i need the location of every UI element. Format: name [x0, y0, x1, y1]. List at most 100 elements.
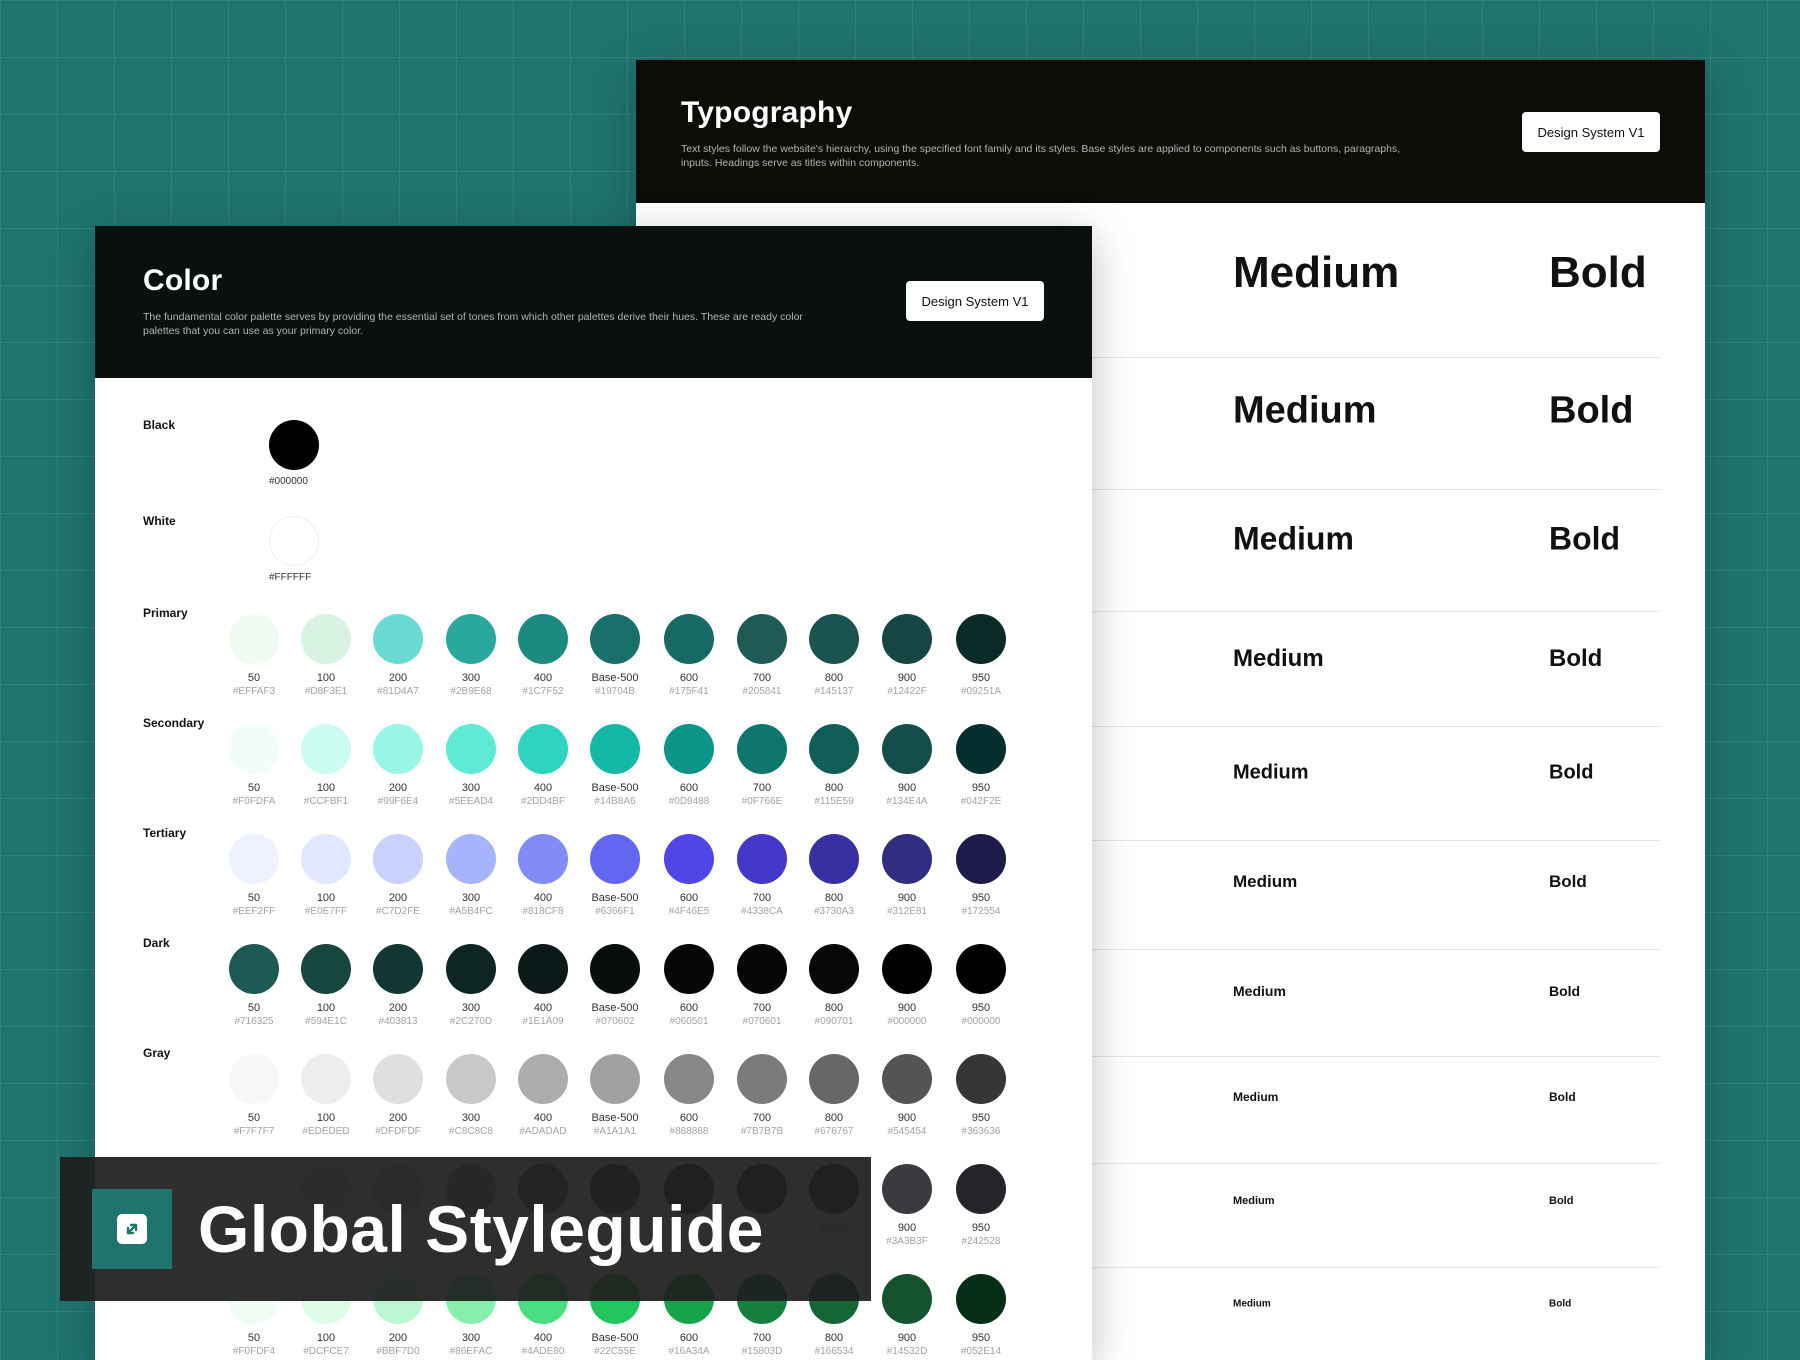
color-swatch[interactable]: 600 #4F46E5	[649, 834, 729, 919]
swatch-circle	[229, 724, 279, 774]
color-swatch[interactable]: Base-500 #6366F1	[575, 834, 655, 919]
color-swatch[interactable]: 600 #888888	[649, 1054, 729, 1139]
color-swatch[interactable]: 800 #145137	[794, 614, 874, 699]
swatch-shade: 400	[533, 1002, 553, 1014]
color-swatch[interactable]: 600 #060501	[649, 944, 729, 1029]
color-swatch[interactable]: 200 #99F6E4	[358, 724, 438, 809]
color-swatch[interactable]: 200 #DFDFDF	[358, 1054, 438, 1139]
color-swatch[interactable]: 700 #7B7B7B	[722, 1054, 802, 1139]
color-swatch[interactable]: 950 #052E14	[941, 1274, 1021, 1359]
color-swatch[interactable]: 800 #115E59	[794, 724, 874, 809]
typography-description: Text styles follow the website's hierarc…	[681, 143, 1401, 169]
color-swatch[interactable]: 800 #3730A3	[794, 834, 874, 919]
swatch-hex: #C8C8C8	[449, 1126, 493, 1137]
color-swatch[interactable]: 300 #5EEAD4	[431, 724, 511, 809]
swatch-shade: 600	[679, 1002, 699, 1014]
swatch-hex: #052E14	[960, 1346, 1002, 1357]
color-swatch[interactable]: 950 #363636	[941, 1054, 1021, 1139]
swatch-shade: 700	[752, 1332, 772, 1344]
swatch-shade: 200	[388, 1332, 408, 1344]
color-swatch[interactable]: 400 #ADADAD	[503, 1054, 583, 1139]
external-link-icon[interactable]	[92, 1189, 172, 1269]
swatch-shade: 900	[897, 1002, 917, 1014]
color-swatch[interactable]: 800 #676767	[794, 1054, 874, 1139]
swatch-circle	[737, 724, 787, 774]
color-swatch[interactable]: 400 #1E1A09	[503, 944, 583, 1029]
color-swatch[interactable]: 200 #403813	[358, 944, 438, 1029]
color-swatch[interactable]: 900 #14532D	[867, 1274, 947, 1359]
global-styleguide-banner[interactable]: Global Styleguide	[60, 1157, 871, 1301]
color-swatch[interactable]: Base-500 #070602	[575, 944, 655, 1029]
color-swatch[interactable]: 950 #172554	[941, 834, 1021, 919]
swatch-hex: #DCFCE7	[303, 1346, 349, 1357]
color-swatch[interactable]: 300 #2C270D	[431, 944, 511, 1029]
swatch-shade: 100	[316, 672, 336, 684]
swatch-hex: #22C55E	[594, 1346, 636, 1357]
swatch-hex: #172554	[961, 906, 1001, 917]
color-swatch[interactable]: 400 #2DD4BF	[503, 724, 583, 809]
color-swatch[interactable]: #000000	[269, 420, 319, 487]
color-swatch[interactable]: 900 #545454	[867, 1054, 947, 1139]
color-swatch[interactable]: 950 #000000	[941, 944, 1021, 1029]
color-swatch[interactable]: 200 #81D4A7	[358, 614, 438, 699]
typography-header: Typography Text styles follow the websit…	[636, 60, 1705, 203]
color-swatch[interactable]: 600 #0D9488	[649, 724, 729, 809]
color-swatch[interactable]: 50 #EEF2FF	[214, 834, 294, 919]
color-swatch[interactable]: 700 #0F766E	[722, 724, 802, 809]
swatch-shade: 800	[824, 892, 844, 904]
color-swatch[interactable]: 100 #CCFBF1	[286, 724, 366, 809]
color-swatch[interactable]: Base-500 #A1A1A1	[575, 1054, 655, 1139]
swatch-circle	[301, 944, 351, 994]
color-swatch[interactable]: 900 #134E4A	[867, 724, 947, 809]
color-swatch[interactable]: 300 #2B9E68	[431, 614, 511, 699]
color-swatch[interactable]: 200 #C7D2FE	[358, 834, 438, 919]
swatch-hex: #115E59	[814, 796, 854, 807]
swatch-shade: Base-500	[591, 672, 639, 684]
color-swatch[interactable]: 950 #242528	[941, 1164, 1021, 1249]
color-swatch[interactable]: 100 #594E1C	[286, 944, 366, 1029]
color-swatch[interactable]: 100 #D8F3E1	[286, 614, 366, 699]
color-swatch[interactable]: 50 #716325	[214, 944, 294, 1029]
swatch-shade: 600	[679, 672, 699, 684]
color-swatch[interactable]: 50 #EFFAF3	[214, 614, 294, 699]
color-swatch[interactable]: 600 #175F41	[649, 614, 729, 699]
color-swatch[interactable]: 50 #F7F7F7	[214, 1054, 294, 1139]
color-swatch[interactable]: 50 #F0FDFA	[214, 724, 294, 809]
color-swatch[interactable]: 900 #312E81	[867, 834, 947, 919]
swatch-hex: #19704B	[594, 686, 636, 697]
swatch-shade: 50	[247, 892, 261, 904]
color-swatch[interactable]: Base-500 #19704B	[575, 614, 655, 699]
typography-medium-sample: Medium	[1233, 645, 1324, 672]
color-swatch[interactable]: 300 #A5B4FC	[431, 834, 511, 919]
color-swatch[interactable]: 100 #E0E7FF	[286, 834, 366, 919]
color-swatch[interactable]: 800 #090701	[794, 944, 874, 1029]
color-swatch[interactable]: 700 #070601	[722, 944, 802, 1029]
color-design-system-badge[interactable]: Design System V1	[906, 281, 1044, 321]
color-swatch[interactable]: #FFFFFF	[269, 516, 319, 583]
color-swatch[interactable]: 950 #042F2E	[941, 724, 1021, 809]
swatch-shade: 200	[388, 892, 408, 904]
swatch-circle	[956, 834, 1006, 884]
color-swatch[interactable]: 700 #4338CA	[722, 834, 802, 919]
swatch-shade: Base-500	[591, 1002, 639, 1014]
typography-design-system-badge[interactable]: Design System V1	[1522, 112, 1660, 152]
color-swatch[interactable]: 900 #000000	[867, 944, 947, 1029]
color-swatch[interactable]: 100 #EDEDED	[286, 1054, 366, 1139]
swatch-circle	[590, 724, 640, 774]
swatch-circle	[882, 724, 932, 774]
color-swatch[interactable]: 300 #C8C8C8	[431, 1054, 511, 1139]
swatch-hex: #4ADE80	[521, 1346, 565, 1357]
swatch-hex: #14532D	[886, 1346, 928, 1357]
color-swatch[interactable]: 700 #205841	[722, 614, 802, 699]
typography-medium-sample: Medium	[1233, 248, 1400, 297]
swatch-circle	[956, 1274, 1006, 1324]
swatch-hex: #F7F7F7	[233, 1126, 275, 1137]
color-swatch[interactable]: 900 #12422F	[867, 614, 947, 699]
swatch-hex: #000000	[887, 1016, 927, 1027]
color-swatch[interactable]: 950 #09251A	[941, 614, 1021, 699]
color-swatch[interactable]: 900 #3A3B3F	[867, 1164, 947, 1249]
color-swatch[interactable]: 400 #818CF8	[503, 834, 583, 919]
color-swatch[interactable]: 400 #1C7F52	[503, 614, 583, 699]
color-swatch[interactable]: Base-500 #14B8A6	[575, 724, 655, 809]
swatch-circle	[373, 1054, 423, 1104]
